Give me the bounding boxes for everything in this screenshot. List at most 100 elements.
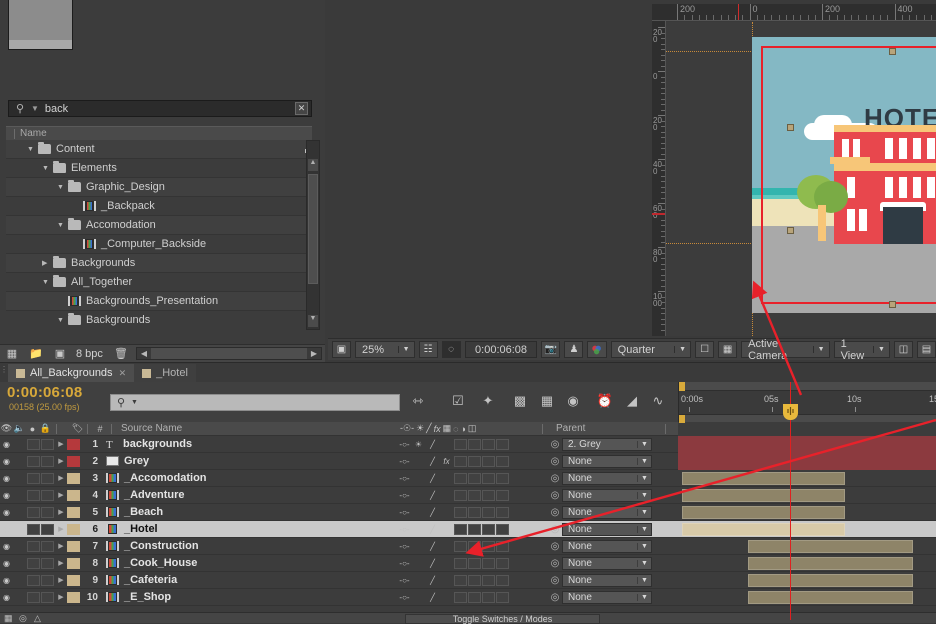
chevron-right-icon[interactable]: ▶ [55,457,67,465]
chevron-right-icon[interactable]: ▶ [42,259,51,267]
collapse-switch[interactable] [412,558,425,569]
solo-toggle[interactable] [27,438,40,450]
audio-toggle[interactable] [13,575,26,586]
view-layout-dropdown[interactable]: 1 View ▼ [833,338,890,362]
quality-switch[interactable]: ╱ [426,524,439,535]
grid-and-guides-icon[interactable]: ☷ [418,341,438,358]
layer-row[interactable]: ◉ ▶ 10 _E_Shop -○- ╱ ◎ None ▼ [0,589,936,606]
shy-switch[interactable]: -○- [398,575,411,586]
shy-switch[interactable]: -○- [398,592,411,603]
region-icon[interactable]: ☐ [695,341,715,358]
scroll-left-icon[interactable]: ◀ [137,349,151,358]
effects-switch[interactable] [440,592,453,603]
new-folder-icon[interactable]: 📁 [24,347,48,360]
current-time-display[interactable]: 0:00:06:08 [7,384,82,401]
layer-name[interactable]: _Beach [124,506,163,518]
chevron-right-icon[interactable]: ▶ [55,508,67,516]
project-tree-item[interactable]: _Computer_Backside [6,235,306,254]
layer-row[interactable]: ◉ ▶ 9 _Cafeteria -○- ╱ ◎ None ▼ [0,572,936,589]
project-tree-item[interactable]: ▼ Elements [6,159,306,178]
selection-handle[interactable] [787,124,794,131]
scroll-up-icon[interactable]: ▲ [308,159,318,171]
three-d-switch[interactable] [496,575,509,586]
layer-name[interactable]: Grey [124,455,149,467]
effects-switch[interactable] [440,558,453,569]
magnification-dropdown[interactable]: 25% ▼ [355,341,415,358]
project-tree-item[interactable]: Backgrounds_Presentation [6,292,306,311]
quality-switch[interactable]: ╱ [426,558,439,569]
chevron-down-icon[interactable]: ▼ [57,222,66,229]
shy-switch[interactable]: -○- [398,541,411,552]
chevron-down-icon[interactable]: ▼ [674,346,690,353]
quality-switch[interactable]: ╱ [426,456,439,467]
close-icon[interactable]: ✕ [119,368,127,379]
effects-switch[interactable] [440,439,453,450]
layer-name[interactable]: _Adventure [124,489,185,501]
project-tree-item[interactable]: _Backpack [6,197,306,216]
clear-search-icon[interactable]: ✕ [295,102,308,115]
project-vertical-scrollbar[interactable]: ▲ ▼ [306,140,320,330]
shy-switch[interactable]: -○- [398,439,411,450]
timeline-search-field[interactable]: ⚲ ▼ [110,394,400,411]
collapse-switch[interactable] [412,592,425,603]
solo-toggle[interactable] [27,574,40,586]
solo-toggle[interactable] [27,472,40,484]
audio-toggle[interactable] [13,473,26,484]
effects-switch[interactable] [440,473,453,484]
lock-toggle[interactable] [41,438,54,450]
three-d-switch[interactable] [496,592,509,603]
chevron-down-icon[interactable]: ▼ [57,317,66,324]
shy-switch[interactable]: -○- [398,507,411,518]
parent-cell[interactable]: ◎ None ▼ [548,572,652,589]
chevron-down-icon[interactable]: ▼ [637,560,651,567]
motion-blur-switch[interactable] [468,592,481,603]
quality-switch[interactable]: ╱ [426,541,439,552]
quality-switch[interactable]: ╱ [426,490,439,501]
shy-switch[interactable]: -○- [398,524,411,535]
layer-switches[interactable]: -○- ╱ [398,572,510,589]
parent-dropdown[interactable]: None ▼ [562,574,652,587]
lock-toggle[interactable] [41,574,54,586]
layer-label-color[interactable] [67,472,80,484]
show-channel-icon[interactable] [587,341,607,358]
eye-icon[interactable]: ◉ [0,508,13,517]
solo-toggle[interactable] [27,523,40,535]
show-snapshot-icon[interactable]: ♟ [564,341,584,358]
layer-label-color[interactable] [67,438,80,450]
layer-duration-bar[interactable] [748,591,913,604]
quality-switch[interactable]: ╱ [426,439,439,450]
lock-toggle[interactable] [41,557,54,569]
collapse-switch[interactable] [412,507,425,518]
layer-label-color[interactable] [67,557,80,569]
layer-label-color[interactable] [67,574,80,586]
layer-label-color[interactable] [67,455,80,467]
graph-editor-enable-icon[interactable]: △ [34,613,41,624]
solo-toggle[interactable] [27,540,40,552]
audio-toggle[interactable] [13,558,26,569]
effects-switch[interactable] [440,575,453,586]
layer-name[interactable]: _E_Shop [124,591,171,603]
camera-icon[interactable]: 📷 [541,341,561,358]
chevron-down-icon[interactable]: ▼ [131,399,138,406]
layer-name[interactable]: backgrounds [123,438,192,450]
adjustment-switch[interactable] [482,575,495,586]
chevron-right-icon[interactable]: ▶ [55,559,67,567]
motion-blur-enable-icon[interactable]: ◎ [19,613,27,624]
h-scrollbar-thumb[interactable] [150,348,307,359]
frame-blend-switch[interactable] [454,575,467,586]
quality-switch[interactable]: ╱ [426,507,439,518]
chevron-right-icon[interactable]: ▶ [55,491,67,499]
trash-icon[interactable]: 🗑 [109,347,133,360]
project-tree-item[interactable]: ▼ Accomodation [6,216,306,235]
parent-cell[interactable]: ◎ None ▼ [548,589,652,606]
eye-icon[interactable]: ◉ [0,559,13,568]
shy-switch[interactable]: -○- [398,490,411,501]
effects-switch[interactable] [440,507,453,518]
eye-icon[interactable]: ◉ [0,491,13,500]
parent-dropdown[interactable]: None ▼ [562,591,652,604]
audio-toggle[interactable] [13,541,26,552]
project-tree-item[interactable]: ▶ Backgrounds [6,254,306,273]
audio-toggle[interactable] [13,456,26,467]
effects-switch[interactable] [440,524,453,535]
solo-toggle[interactable] [27,591,40,603]
